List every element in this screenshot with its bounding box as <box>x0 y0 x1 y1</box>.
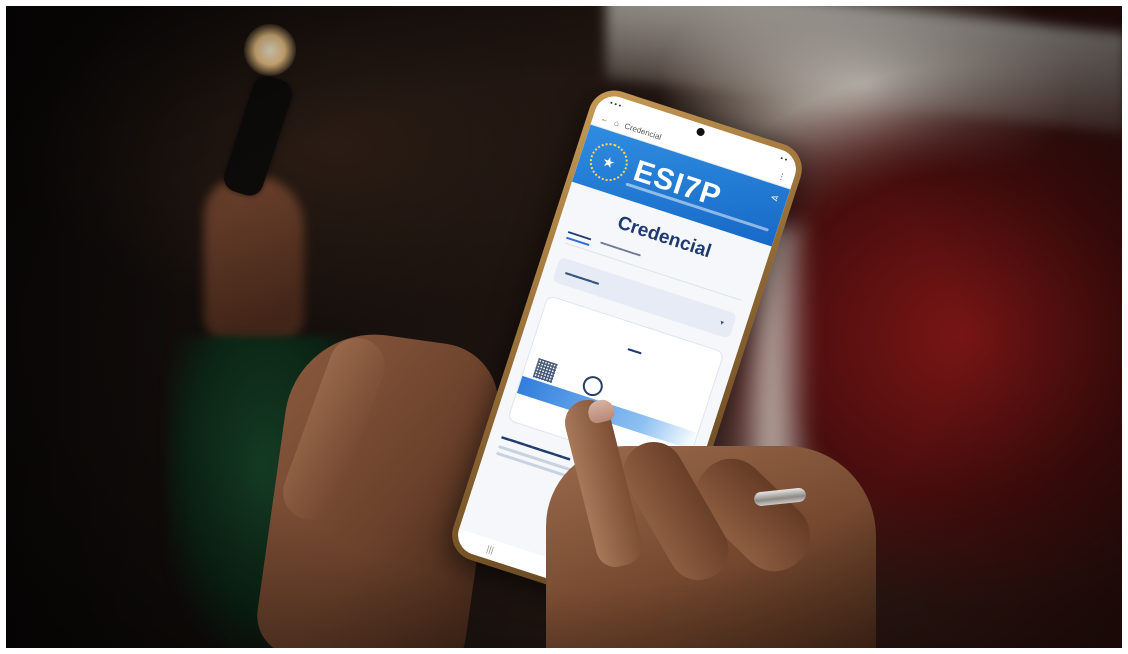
status-bar-right: ▪ ▪ <box>779 154 789 164</box>
share-icon[interactable]: ⋖ <box>769 192 780 205</box>
home-icon[interactable]: ⌂ <box>613 118 620 128</box>
tab-first[interactable]: ▬▬▬▬ <box>566 229 592 247</box>
background-light <box>244 24 296 76</box>
photo-frame: ▪ ▪ ▪ ▪ ▪ ← ⌂ Credencial ⋮ ★ ESI7P ⋖ Cre… <box>6 6 1122 648</box>
chevron-down-icon: ▾ <box>718 319 725 328</box>
tab-second[interactable]: ▬▬▬▬▬▬▬ <box>598 240 642 262</box>
back-arrow-icon[interactable]: ← <box>600 113 610 124</box>
status-bar-left: ▪ ▪ ▪ <box>609 99 623 110</box>
dropdown-placeholder: ▬▬▬▬▬ <box>564 268 601 287</box>
eu-emblem-icon: ★ <box>584 138 633 187</box>
menu-icon[interactable]: ⋮ <box>777 171 787 182</box>
nav-recent-icon[interactable]: ||| <box>485 544 495 556</box>
background-person-hand <box>204 176 304 346</box>
camera-icon <box>695 126 706 138</box>
card-logo: ▬▬ <box>627 345 643 357</box>
